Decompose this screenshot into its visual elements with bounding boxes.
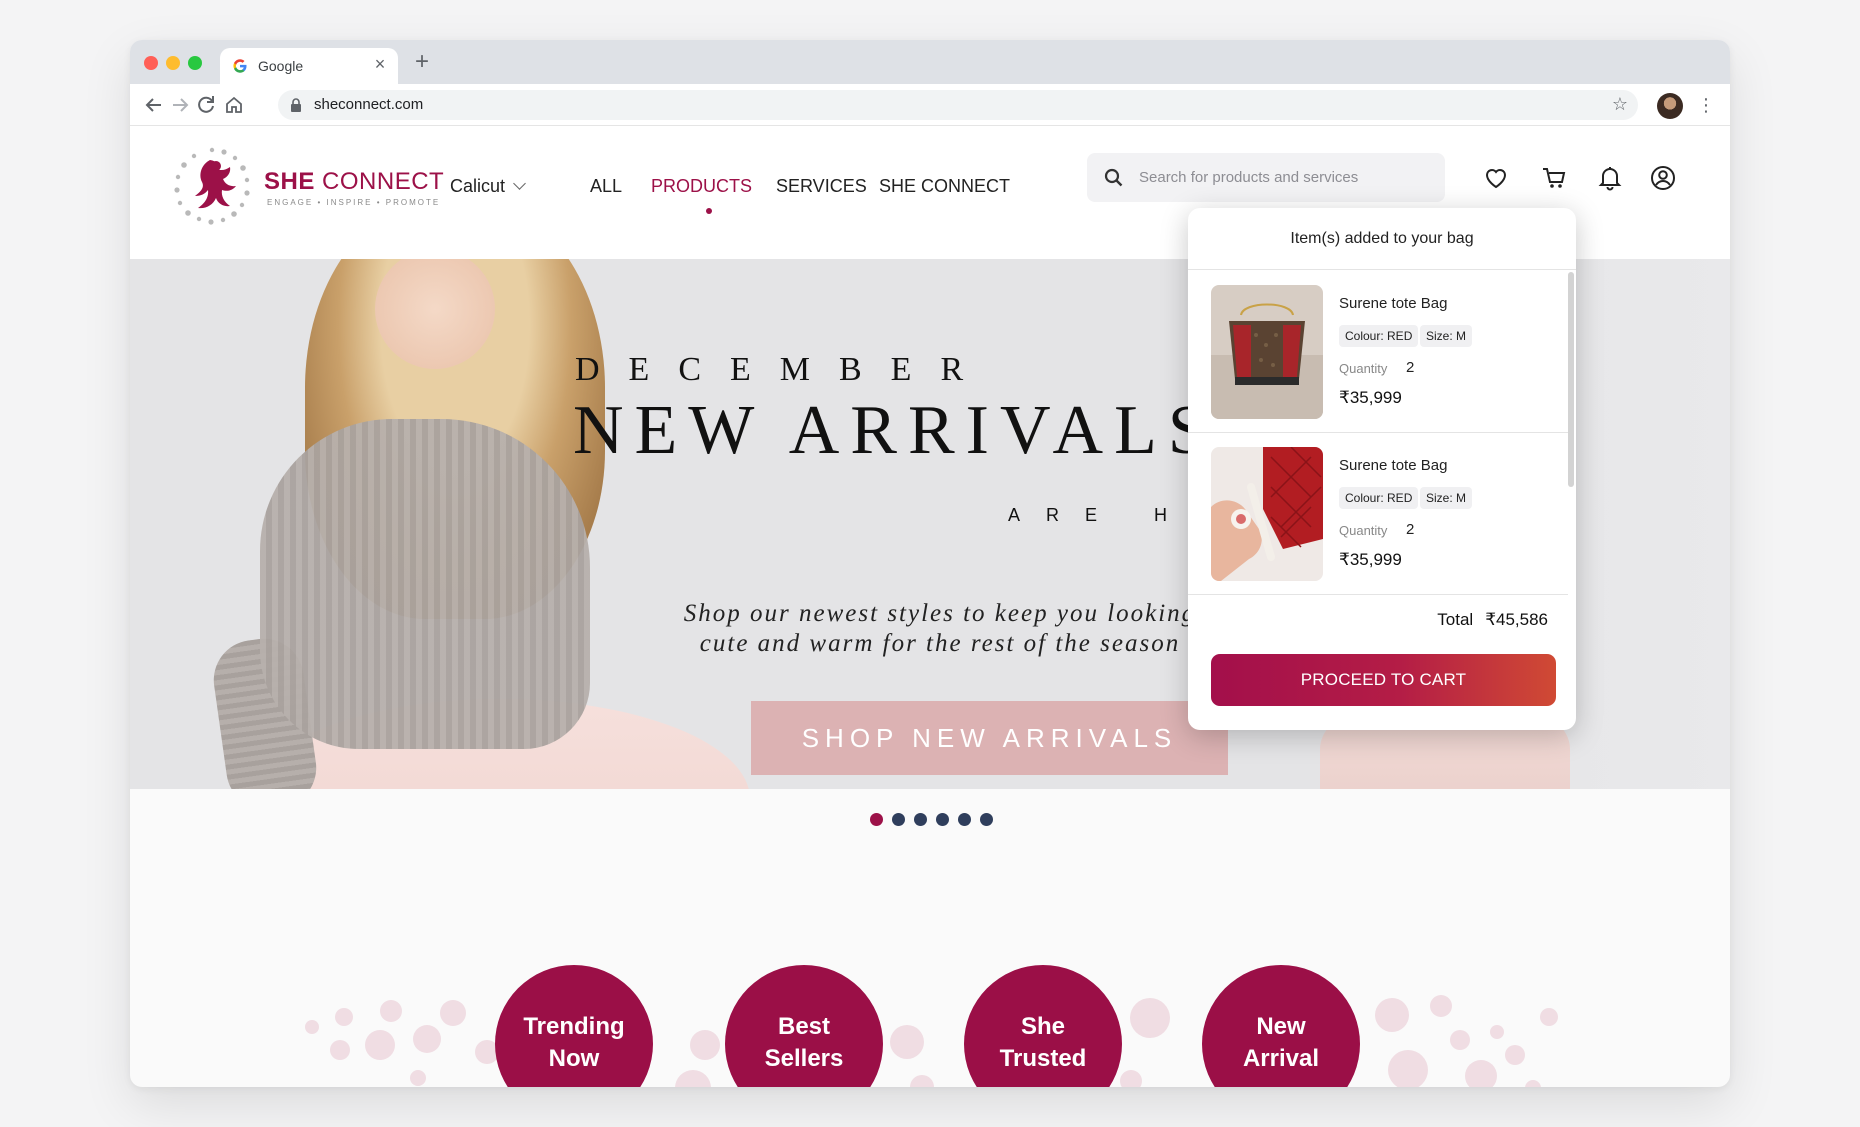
address-bar[interactable]: sheconnect.com ☆ xyxy=(278,90,1638,120)
carousel-dot[interactable] xyxy=(914,813,927,826)
wishlist-heart-icon[interactable] xyxy=(1482,164,1510,192)
product-thumbnail[interactable] xyxy=(1211,285,1323,419)
tab-strip: Google × + xyxy=(130,40,1730,84)
nav-she-connect[interactable]: SHE CONNECT xyxy=(879,176,1010,197)
search-icon[interactable] xyxy=(1103,167,1125,189)
hero-title: NEW ARRIVALS xyxy=(573,392,1218,469)
location-selector[interactable]: Calicut xyxy=(450,176,526,197)
location-label: Calicut xyxy=(450,176,506,196)
cart-popup: Item(s) added to your bag Surene tote Ba… xyxy=(1188,208,1576,730)
cart-item-price: ₹35,999 xyxy=(1339,550,1402,569)
carousel-dot[interactable] xyxy=(892,813,905,826)
close-window-button[interactable] xyxy=(144,56,158,70)
size-chip: Size: M xyxy=(1420,487,1473,509)
bell-icon[interactable] xyxy=(1596,164,1624,192)
quantity-label: Quantity xyxy=(1339,523,1388,538)
logo-wordmark[interactable]: SHE CONNECT xyxy=(264,168,444,196)
cart-item-name: Surene tote Bag xyxy=(1339,457,1448,474)
proceed-to-cart-button[interactable]: PROCEED TO CART xyxy=(1211,654,1556,706)
lock-icon xyxy=(291,98,301,112)
carousel-dot[interactable] xyxy=(870,813,883,826)
nav-active-indicator xyxy=(706,208,712,214)
colour-chip: Colour: RED xyxy=(1339,487,1419,509)
nav-all[interactable]: ALL xyxy=(590,176,622,197)
colour-chip: Colour: RED xyxy=(1339,325,1419,347)
search-input[interactable] xyxy=(1139,165,1429,189)
carousel-dot[interactable] xyxy=(980,813,993,826)
star-icon[interactable]: ☆ xyxy=(1612,94,1628,115)
browser-tab[interactable]: Google × xyxy=(220,48,398,84)
size-chip: Size: M xyxy=(1420,325,1473,347)
browser-window: Google × + sheconnect.com ☆ ⋮ SHE CONNEC… xyxy=(130,40,1730,1087)
maximize-window-button[interactable] xyxy=(188,56,202,70)
total-value: ₹45,586 xyxy=(1485,610,1548,629)
search-box[interactable] xyxy=(1087,153,1445,202)
new-tab-button[interactable]: + xyxy=(410,50,434,74)
account-icon[interactable] xyxy=(1649,164,1677,192)
back-arrow-icon[interactable] xyxy=(142,93,166,117)
browser-menu-icon[interactable]: ⋮ xyxy=(1697,93,1715,117)
minimize-window-button[interactable] xyxy=(166,56,180,70)
cart-total: Total ₹45,586 xyxy=(1437,610,1548,630)
cart-item-name: Surene tote Bag xyxy=(1339,295,1448,312)
category-label: New Arrival xyxy=(1242,1013,1320,1072)
category-she-trusted[interactable]: She Trusted xyxy=(964,965,1122,1087)
tab-close-icon[interactable]: × xyxy=(370,54,390,74)
cart-item-price: ₹35,999 xyxy=(1339,388,1402,407)
category-label: She Trusted xyxy=(999,1013,1087,1072)
cart-scrollbar-thumb[interactable] xyxy=(1568,272,1574,487)
quantity-value[interactable]: 2 xyxy=(1406,521,1414,538)
she-connect-logo-icon[interactable] xyxy=(172,146,252,226)
cart-item[interactable]: Surene tote Bag Colour: RED Size: M Quan… xyxy=(1188,433,1568,595)
nav-services[interactable]: SERVICES xyxy=(776,176,867,197)
cart-popup-header: Item(s) added to your bag xyxy=(1188,208,1576,270)
category-best-sellers[interactable]: Best Sellers xyxy=(725,965,883,1087)
shop-new-arrivals-button[interactable]: SHOP NEW ARRIVALS xyxy=(751,701,1228,775)
total-label: Total xyxy=(1437,610,1474,629)
tab-title: Google xyxy=(258,58,304,74)
cart-icon[interactable] xyxy=(1540,164,1568,192)
quantity-value[interactable]: 2 xyxy=(1406,359,1414,376)
hero-copy: Shop our newest styles to keep you looki… xyxy=(683,600,1197,657)
profile-avatar[interactable] xyxy=(1657,93,1683,119)
quantity-label: Quantity xyxy=(1339,361,1388,376)
product-thumbnail[interactable] xyxy=(1211,447,1323,581)
home-icon[interactable] xyxy=(222,93,246,117)
category-label: Best Sellers xyxy=(764,1013,844,1072)
browser-toolbar: sheconnect.com ☆ ⋮ xyxy=(130,84,1730,126)
reload-icon[interactable] xyxy=(194,93,218,117)
category-label: Trending Now xyxy=(523,1013,625,1072)
chevron-down-icon xyxy=(513,177,526,190)
forward-arrow-icon[interactable] xyxy=(168,93,192,117)
category-trending-now[interactable]: Trending Now xyxy=(495,965,653,1087)
google-favicon-icon xyxy=(233,59,247,73)
cart-item[interactable]: Surene tote Bag Colour: RED Size: M Quan… xyxy=(1188,271,1568,433)
logo-tagline: ENGAGE • INSPIRE • PROMOTE xyxy=(267,198,441,207)
hero-model-image xyxy=(260,419,590,749)
nav-products[interactable]: PRODUCTS xyxy=(651,176,752,197)
hero-month: DECEMBER xyxy=(575,351,993,388)
carousel-dot[interactable] xyxy=(936,813,949,826)
category-new-arrival[interactable]: New Arrival xyxy=(1202,965,1360,1087)
carousel-dot[interactable] xyxy=(958,813,971,826)
url-text: sheconnect.com xyxy=(314,96,424,113)
